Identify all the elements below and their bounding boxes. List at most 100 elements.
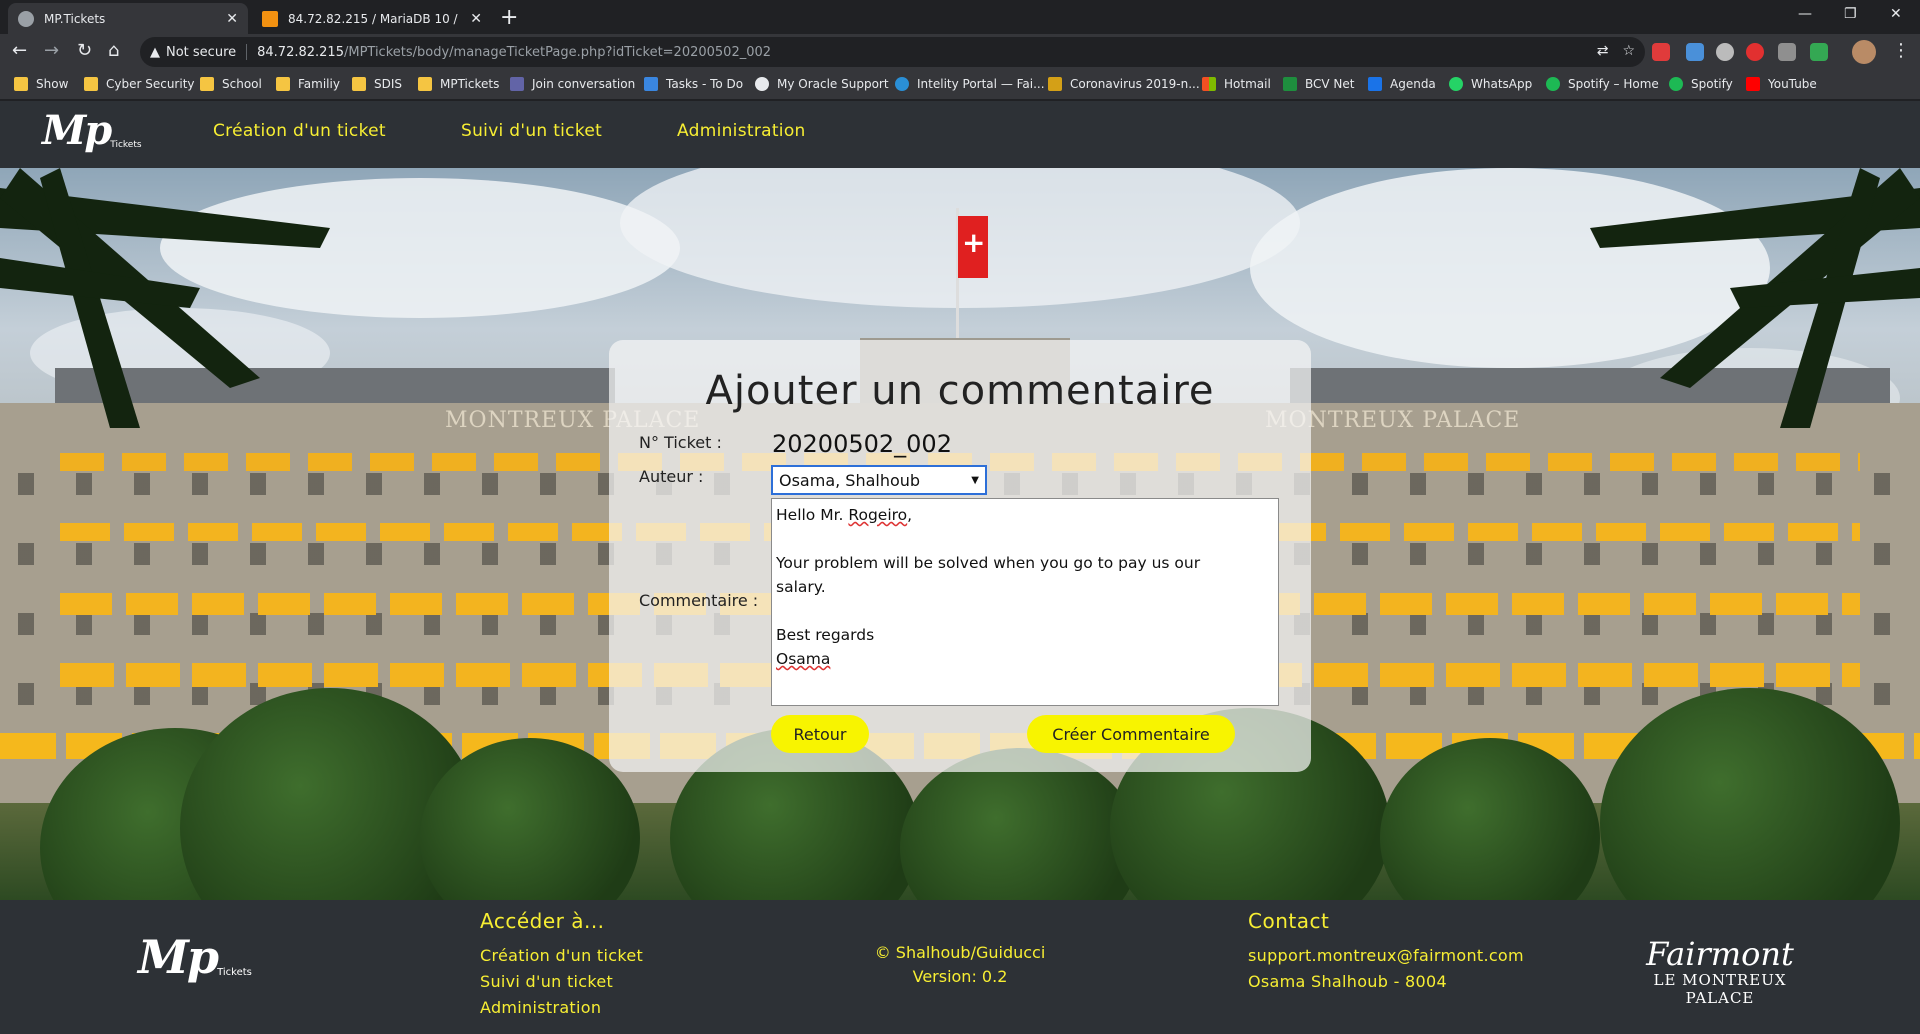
extension-icon[interactable] <box>1686 43 1704 61</box>
block-icon[interactable] <box>1746 43 1764 61</box>
bookmark-coronavirus[interactable]: Coronavirus 2019-n... <box>1048 77 1200 91</box>
globe-icon <box>18 10 34 27</box>
comment-line: Best regards <box>776 626 875 644</box>
nav-create-ticket[interactable]: Création d'un ticket <box>213 121 386 141</box>
bookmark-label: Cyber Security <box>106 77 195 91</box>
spellcheck-word: Rogeiro <box>848 506 908 524</box>
reload-icon[interactable]: ↻ <box>77 41 92 61</box>
comment-line: Your problem will be solved when you go … <box>776 554 1201 572</box>
phpmyadmin-icon <box>262 10 278 27</box>
tab-mptickets[interactable]: MP.Tickets ✕ <box>8 3 248 34</box>
microsoft-icon <box>1202 77 1216 91</box>
bookmark-join-conversation[interactable]: Join conversation <box>510 77 635 91</box>
bookmark-sdis[interactable]: SDIS <box>352 77 402 91</box>
bookmark-hotmail[interactable]: Hotmail <box>1202 77 1271 91</box>
extension-icon[interactable] <box>1778 43 1796 61</box>
bookmark-spotify[interactable]: Spotify <box>1669 77 1733 91</box>
calendar-icon <box>1368 77 1382 91</box>
bookmark-label: Agenda <box>1390 77 1436 91</box>
spellcheck-word: Osama <box>776 650 831 668</box>
browser-tabbar: MP.Tickets ✕ 84.72.82.215 / MariaDB 10 /… <box>0 0 1920 34</box>
logo-mark: Mp <box>138 930 219 984</box>
translate-icon[interactable]: ⇄ <box>1597 43 1609 59</box>
nav-follow-ticket[interactable]: Suivi d'un ticket <box>461 121 602 141</box>
bookmark-agenda[interactable]: Agenda <box>1368 77 1436 91</box>
new-tab-button[interactable]: + <box>500 5 518 30</box>
bookmark-show[interactable]: Show <box>14 77 68 91</box>
bookmark-youtube[interactable]: YouTube <box>1746 77 1817 91</box>
profile-avatar[interactable] <box>1852 40 1876 64</box>
site-logo[interactable]: Mp Tickets <box>42 107 142 154</box>
comment-textarea[interactable]: Hello Mr. Rogeiro, Your problem will be … <box>771 498 1279 706</box>
bookmark-familiy[interactable]: Familiy <box>276 77 340 91</box>
footer-logo[interactable]: Mp Tickets <box>138 930 252 984</box>
oracle-icon <box>755 77 769 91</box>
tab-mariadb[interactable]: 84.72.82.215 / MariaDB 10 / MPT ✕ <box>252 3 492 34</box>
bookmark-label: Show <box>36 77 69 91</box>
document-icon <box>1048 77 1062 91</box>
warning-icon[interactable]: ▲ <box>150 45 160 60</box>
extension-icon[interactable] <box>1810 43 1828 61</box>
footer-copyright: © Shalhoub/Guiducci <box>874 943 1046 962</box>
security-label[interactable]: Not secure <box>166 45 236 60</box>
bookmark-label: Spotify – Home <box>1568 77 1659 91</box>
palm-leaves <box>0 168 330 428</box>
comment-line: salary. <box>776 578 826 596</box>
comment-text: , <box>907 506 913 524</box>
author-select[interactable]: Osama, Shalhoub ▼ <box>771 465 987 495</box>
back-icon[interactable]: ← <box>12 41 27 61</box>
extension-icon[interactable] <box>1716 43 1734 61</box>
checkmark-icon <box>644 77 658 91</box>
footer-contact-phone: Osama Shalhoub - 8004 <box>1248 972 1447 991</box>
bookmark-oracle-support[interactable]: My Oracle Support <box>755 77 889 91</box>
maximize-icon[interactable]: ❐ <box>1844 6 1857 22</box>
bookmark-label: MPTickets <box>440 77 500 91</box>
youtube-icon <box>1746 77 1760 91</box>
bookmark-school[interactable]: School <box>200 77 262 91</box>
nav-administration[interactable]: Administration <box>677 121 806 141</box>
footer-link-administration[interactable]: Administration <box>480 998 601 1017</box>
folder-icon <box>84 77 98 91</box>
bookmark-tasks[interactable]: Tasks - To Do <box>644 77 743 91</box>
forward-icon[interactable]: → <box>44 41 59 61</box>
footer-link-create-ticket[interactable]: Création d'un ticket <box>480 946 643 965</box>
footer-link-follow-ticket[interactable]: Suivi d'un ticket <box>480 972 613 991</box>
palm-leaves <box>1590 168 1920 428</box>
bookmark-label: Familiy <box>298 77 340 91</box>
close-window-icon[interactable]: ✕ <box>1890 6 1902 22</box>
bookmark-star-icon[interactable]: ☆ <box>1622 43 1635 59</box>
logo-subtext: Tickets <box>217 967 252 978</box>
home-icon[interactable]: ⌂ <box>108 41 119 61</box>
comment-text: Hello Mr. <box>776 506 849 524</box>
bookmark-label: WhatsApp <box>1471 77 1533 91</box>
minimize-icon[interactable]: — <box>1798 6 1812 22</box>
folder-icon <box>418 77 432 91</box>
bookmark-label: BCV Net <box>1305 77 1355 91</box>
tab-title: 84.72.82.215 / MariaDB 10 / MPT <box>288 11 462 26</box>
bookmark-intelity-portal[interactable]: Intelity Portal — Fai... <box>895 77 1045 91</box>
menu-kebab-icon[interactable]: ⋮ <box>1892 41 1910 61</box>
add-comment-panel: Ajouter un commentaire N° Ticket : 20200… <box>609 340 1311 772</box>
adblock-plus-icon[interactable] <box>1652 43 1670 61</box>
bookmark-cyber-security[interactable]: Cyber Security <box>84 77 195 91</box>
address-bar[interactable]: ▲ Not secure 84.72.82.215 /MPTickets/bod… <box>140 37 1645 67</box>
create-comment-button[interactable]: Créer Commentaire <box>1027 715 1235 753</box>
url-host: 84.72.82.215 <box>257 44 344 60</box>
close-tab-icon[interactable]: ✕ <box>470 11 482 27</box>
bookmark-bcv-net[interactable]: BCV Net <box>1283 77 1355 91</box>
bookmark-spotify-home[interactable]: Spotify – Home <box>1546 77 1659 91</box>
fairmont-logo: Fairmont LE MONTREUX PALACE <box>1620 937 1820 1007</box>
footer-version: Version: 0.2 <box>912 967 1008 986</box>
bookmark-label: Coronavirus 2019-n... <box>1070 77 1200 91</box>
bookmark-label: Tasks - To Do <box>666 77 744 91</box>
bookmark-label: SDIS <box>374 77 403 91</box>
bookmark-label: YouTube <box>1768 77 1817 91</box>
back-button[interactable]: Retour <box>771 715 869 753</box>
folder-icon <box>352 77 366 91</box>
bookmark-mptickets[interactable]: MPTickets <box>418 77 499 91</box>
close-tab-icon[interactable]: ✕ <box>226 11 238 27</box>
comment-label: Commentaire : <box>639 591 759 610</box>
bookmark-whatsapp[interactable]: WhatsApp <box>1449 77 1532 91</box>
dropdown-caret-icon: ▼ <box>971 474 979 486</box>
footer-contact-email[interactable]: support.montreux@fairmont.com <box>1248 946 1524 965</box>
